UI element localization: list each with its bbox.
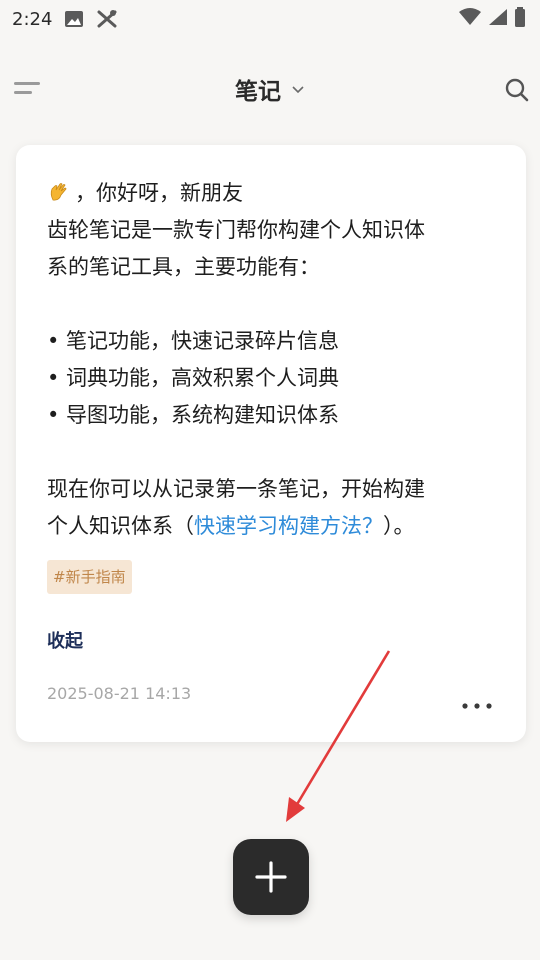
note-card[interactable]: ，你好呀，新朋友 齿轮笔记是一款专门帮你构建个人知识体 系的笔记工具，主要功能有… [16,145,526,742]
greeting-text: ，你好呀，新朋友 [75,181,243,205]
page-title[interactable]: 笔记 [235,72,281,106]
add-note-button[interactable] [233,839,309,915]
learn-method-link[interactable]: 快速学习构建方法？ [194,514,383,538]
outro-prefix: 个人知识体系（ [47,514,194,538]
outro-line-1: 现在你可以从记录第一条笔记，开始构建 [47,477,425,501]
bullet-notes: • 笔记功能，快速记录碎片信息 [47,329,340,353]
status-right-group [458,7,526,31]
signal-icon [488,8,508,30]
more-options-icon[interactable] [462,694,492,709]
bullet-dictionary: • 词典功能，高效积累个人词典 [47,366,340,390]
battery-icon [514,7,526,31]
status-bar: 2:24 [0,0,540,38]
waving-hand-icon [47,175,71,212]
status-time: 2:24 [12,8,53,30]
bullet-mindmap: • 导图功能，系统构建知识体系 [47,403,340,427]
tools-icon [96,9,118,29]
outro-line-2: 个人知识体系（快速学习构建方法？）。 [47,508,499,545]
note-content: ，你好呀，新朋友 齿轮笔记是一款专门帮你构建个人知识体 系的笔记工具，主要功能有… [47,175,499,545]
title-dropdown[interactable]: 笔记 [0,72,540,106]
outro-suffix: ）。 [383,514,415,538]
app-header: 笔记 [0,60,540,120]
chevron-down-icon[interactable] [291,80,305,99]
search-icon[interactable] [504,77,530,103]
greeting-line: ，你好呀，新朋友 [47,175,499,212]
tag-beginner-guide[interactable]: #新手指南 [47,560,132,594]
plus-icon [255,861,287,893]
image-icon [64,10,84,28]
note-timestamp: 2025-08-21 14:13 [47,684,192,703]
wifi-icon [458,8,482,30]
collapse-button[interactable]: 收起 [47,627,83,653]
intro-line-2: 系的笔记工具，主要功能有： [47,255,320,279]
intro-line-1: 齿轮笔记是一款专门帮你构建个人知识体 [47,218,425,242]
